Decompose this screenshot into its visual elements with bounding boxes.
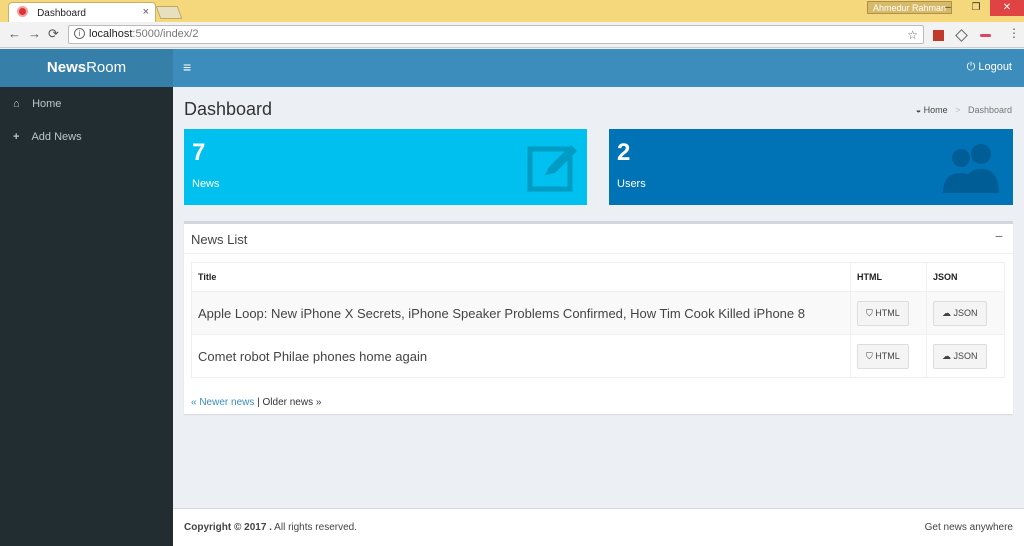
- news-table: Title HTML JSON Apple Loop: New iPhone X…: [191, 262, 1005, 378]
- html-button-label: HTML: [875, 307, 900, 318]
- json-button[interactable]: ☁ JSON: [933, 300, 987, 326]
- sidebar-item-label: Home: [32, 98, 62, 110]
- brand-rest: Room: [86, 59, 127, 76]
- collapse-icon[interactable]: −: [995, 228, 1003, 244]
- extension-icon[interactable]: [980, 34, 991, 37]
- stat-value: 7: [192, 139, 206, 166]
- page-title: Dashboard: [184, 99, 273, 119]
- address-bar-row: ← → ⟳ i localhost:5000/index/2 ☆ ⋮: [0, 22, 1024, 48]
- panel-header: News List −: [184, 224, 1013, 254]
- minimize-button[interactable]: –: [934, 0, 962, 16]
- extension-icon[interactable]: [933, 30, 944, 41]
- sidebar: ⌂ Home + Add News: [0, 87, 173, 546]
- news-title[interactable]: Comet robot Philae phones home again: [191, 334, 851, 378]
- sidebar-item-home[interactable]: ⌂ Home: [0, 88, 173, 121]
- new-tab-button[interactable]: [155, 6, 183, 19]
- html-cell: ⛉ HTML: [850, 291, 927, 335]
- tab-close-icon[interactable]: ×: [143, 6, 149, 18]
- breadcrumb-current: Dashboard: [967, 105, 1012, 115]
- footer: Copyright © 2017 . All rights reserved. …: [173, 508, 1024, 546]
- main-content: Dashboard ◒ Home > Dashboard 7 News 2 Us…: [173, 87, 1024, 508]
- url-input[interactable]: i localhost:5000/index/2 ☆: [68, 25, 924, 44]
- sidebar-item-label: Add News: [31, 131, 82, 143]
- json-cell: ☁ JSON: [926, 291, 1005, 335]
- newer-news-link[interactable]: « Newer news: [191, 397, 254, 408]
- info-icon[interactable]: i: [74, 28, 85, 39]
- url-host: localhost: [89, 28, 133, 40]
- json-button[interactable]: ☁ JSON: [933, 343, 987, 369]
- pagination: « Newer news | Older news »: [191, 397, 321, 408]
- reload-button[interactable]: ⟳: [48, 26, 59, 42]
- dashboard-icon: ◒: [915, 105, 922, 115]
- column-header-html: HTML: [850, 262, 927, 292]
- copyright-text: Copyright © 2017 . All rights reserved.: [184, 522, 357, 533]
- stat-label: Users: [617, 178, 646, 190]
- copyright-bold: Copyright © 2017 .: [184, 522, 272, 533]
- news-list-panel: News List − Title HTML JSON Apple Loop: …: [184, 221, 1013, 414]
- top-navbar: ≡ ⏻ Logout: [173, 49, 1024, 87]
- logout-label: Logout: [978, 61, 1012, 73]
- bookmark-star-icon[interactable]: ☆: [907, 27, 918, 44]
- older-news-link[interactable]: Older news »: [263, 397, 322, 408]
- forward-button[interactable]: →: [28, 26, 41, 41]
- table-row: Comet robot Philae phones home again ⛉ H…: [191, 334, 1005, 378]
- table-row: Apple Loop: New iPhone X Secrets, iPhone…: [191, 291, 1005, 335]
- pager-separator: |: [254, 397, 263, 408]
- sidebar-item-add-news[interactable]: + Add News: [0, 121, 173, 154]
- cloud-download-icon: ☁: [942, 307, 951, 318]
- html-button[interactable]: ⛉ HTML: [857, 343, 909, 369]
- browser-tab-bar: Dashboard × Ahmedur Rahman – ❐ ✕: [0, 0, 1024, 22]
- window-close-button[interactable]: ✕: [990, 0, 1024, 16]
- favicon-icon: [17, 6, 28, 17]
- column-header-json: JSON: [926, 262, 1005, 292]
- breadcrumb-separator: >: [955, 105, 961, 115]
- breadcrumb-home[interactable]: Home: [924, 105, 948, 115]
- home-icon: ⌂: [13, 98, 20, 110]
- edit-icon: [527, 145, 577, 192]
- browser-menu-icon[interactable]: ⋮: [1008, 26, 1020, 40]
- cloud-download-icon: ☁: [942, 350, 951, 361]
- column-header-title: Title: [191, 262, 851, 292]
- logout-button[interactable]: ⏻ Logout: [967, 61, 1012, 74]
- html-button-label: HTML: [875, 350, 900, 361]
- stat-value: 2: [617, 139, 631, 166]
- url-path: :5000/index/2: [132, 28, 199, 40]
- breadcrumb: ◒ Home > Dashboard: [916, 105, 1012, 115]
- html-button[interactable]: ⛉ HTML: [857, 300, 909, 326]
- html-cell: ⛉ HTML: [850, 334, 927, 378]
- power-icon: ⏻: [966, 61, 976, 73]
- app-logo[interactable]: NewsRoom: [0, 49, 173, 87]
- panel-title: News List: [191, 232, 248, 247]
- footer-tagline: Get news anywhere: [924, 522, 1013, 533]
- html5-icon: ⛉: [866, 307, 873, 318]
- table-header-row: Title HTML JSON: [191, 262, 1005, 292]
- brand-bold: News: [46, 59, 87, 76]
- browser-tab-title: Dashboard: [37, 8, 86, 19]
- stat-box-news[interactable]: 7 News: [184, 129, 587, 205]
- html5-icon: ⛉: [866, 350, 873, 361]
- json-button-label: JSON: [953, 350, 978, 361]
- back-button[interactable]: ←: [8, 26, 21, 41]
- stat-label: News: [192, 178, 220, 190]
- sidebar-toggle-icon[interactable]: ≡: [183, 59, 191, 75]
- users-icon: [943, 144, 999, 193]
- plus-icon: +: [13, 131, 20, 143]
- browser-tab[interactable]: Dashboard ×: [8, 2, 156, 22]
- json-button-label: JSON: [953, 307, 978, 318]
- rights-text: All rights reserved.: [271, 522, 357, 533]
- maximize-button[interactable]: ❐: [962, 0, 990, 16]
- stat-box-users[interactable]: 2 Users: [609, 129, 1013, 205]
- extension-icon[interactable]: [955, 29, 968, 42]
- json-cell: ☁ JSON: [926, 334, 1005, 378]
- news-title[interactable]: Apple Loop: New iPhone X Secrets, iPhone…: [191, 291, 851, 335]
